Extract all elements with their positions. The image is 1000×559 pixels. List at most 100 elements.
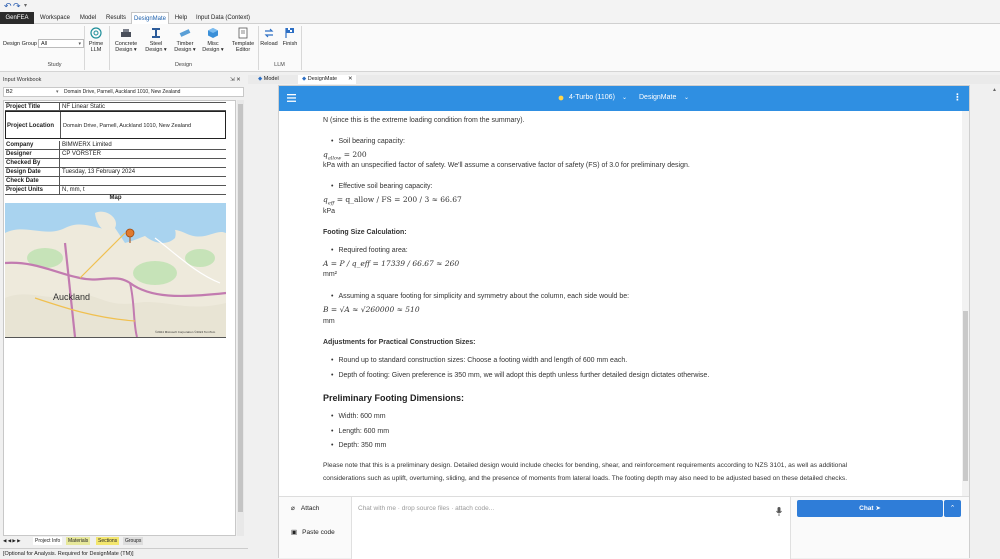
paste-code-button[interactable]: ▣ Paste code	[291, 528, 335, 536]
timber-design-button[interactable]: Timber Design ▾	[172, 27, 198, 53]
chat-scrollbar[interactable]	[962, 111, 969, 496]
app-dropdown-icon[interactable]: ⌄	[684, 94, 689, 101]
undo-icon[interactable]: ↶	[4, 1, 12, 12]
check-date-label: Check Date	[6, 178, 39, 184]
workbook-header: Input Workbook ⇲ ✕	[0, 75, 247, 85]
project-location-label: Project Location	[7, 123, 55, 129]
ribbon-tabs: GenFEA Workspace Model Results DesignMat…	[0, 12, 1000, 24]
concrete-icon	[121, 29, 131, 37]
reload-button[interactable]: Reload	[258, 27, 280, 47]
design-group-label: Design Group	[3, 41, 37, 47]
preliminary-dimensions-heading: Preliminary Footing Dimensions:	[323, 393, 465, 403]
formula-bar[interactable]: B2 ▾ Domain Drive, Parnell, Auckland 101…	[3, 87, 244, 97]
chat-send-button[interactable]: Chat ➤	[797, 500, 943, 517]
chat-composer: ⌀ Attach ▣ Paste code Chat with me · drop …	[279, 496, 969, 559]
map-image[interactable]: Auckland ©2024 Microsoft Corporation ©20…	[5, 203, 226, 337]
designmate-app: 4-Turbo (1106) ⌄ DesignMate ⌄ ⋮ P_u N (s…	[278, 85, 970, 559]
project-title-cell[interactable]: NF Linear Static	[59, 103, 226, 110]
doc-tab-model[interactable]: ◆ Model	[254, 75, 283, 84]
model-selector[interactable]: 4-Turbo (1106)	[569, 94, 615, 101]
project-units-cell[interactable]: N, mm, t	[59, 186, 226, 194]
mm2-unit: mm²	[323, 271, 337, 278]
n-line: N (since this is the extreme loading con…	[323, 117, 525, 124]
length-item: • Length: 600 mm	[331, 428, 390, 435]
openai-icon	[90, 27, 102, 39]
b-equation: B = √A ≈ √260000 ≈ 510	[323, 305, 420, 314]
close-tab-icon[interactable]: ✕	[348, 75, 353, 84]
microphone-icon[interactable]	[776, 507, 782, 516]
template-editor-button[interactable]: Template Editor	[229, 27, 257, 53]
group-design-label: Design	[174, 62, 193, 68]
square-footing-bullet: • Assuming a square footing for simplicit…	[331, 293, 630, 300]
tab-workspace[interactable]: Workspace	[38, 12, 72, 24]
attach-button[interactable]: ⌀ Attach	[291, 504, 319, 512]
quick-access-toolbar: ↶ ↷ ▾	[0, 0, 1000, 12]
tab-genfea[interactable]: GenFEA	[0, 12, 34, 24]
tab-model[interactable]: Model	[76, 12, 100, 24]
map-title: Map	[109, 195, 122, 201]
cell-reference[interactable]: B2	[6, 88, 13, 96]
tab-results[interactable]: Results	[103, 12, 129, 24]
mm-unit: mm	[323, 318, 335, 325]
steel-design-button[interactable]: Steel Design ▾	[143, 27, 169, 53]
adjustments-heading: Adjustments for Practical Construction S…	[323, 339, 476, 346]
paperclip-icon: ⌀	[291, 505, 295, 512]
required-area-bullet: • Required footing area:	[331, 247, 408, 254]
group-study-label: Study	[47, 62, 62, 68]
prime-llm-button[interactable]: Prime LLM	[83, 27, 109, 53]
tab-help[interactable]: Help	[171, 12, 191, 24]
sheet-tab-groups[interactable]: Groups	[123, 537, 144, 545]
app-bar: 4-Turbo (1106) ⌄ DesignMate ⌄ ⋮	[279, 86, 969, 111]
q-allow-equation: qallow = 200	[323, 150, 367, 162]
sheet-tab-materials[interactable]: Materials	[66, 537, 91, 545]
workbook-scrollbar[interactable]	[237, 100, 244, 536]
tab-input-data[interactable]: Input Data (Context)	[194, 12, 252, 24]
menu-icon[interactable]	[287, 94, 296, 102]
ribbon: Design Group All ▾ Prime LLM Concrete Desi…	[0, 24, 1000, 72]
model-dropdown-icon[interactable]: ⌄	[622, 94, 627, 101]
chat-input-placeholder: Chat with me · drop source files · attac…	[358, 505, 495, 512]
send-icon: ➤	[875, 505, 881, 512]
window-scrollbar[interactable]: ▲	[990, 85, 1000, 558]
project-location-cell[interactable]: Domain Drive, Parnell, Auckland 1010, Ne…	[60, 112, 227, 138]
redo-icon[interactable]: ↷	[13, 1, 21, 12]
template-icon	[238, 27, 248, 39]
company-label: Company	[6, 142, 34, 148]
check-date-cell[interactable]	[59, 177, 226, 185]
checked-by-label: Checked By	[6, 160, 41, 166]
sheet-tab-sections[interactable]: Sections	[96, 537, 120, 545]
depth-bullet: • Depth of footing: Given preference is 3…	[331, 372, 710, 379]
doc-tab-designmate[interactable]: ◆ DesignMate ✕	[298, 75, 356, 84]
more-options-icon[interactable]: ⋮	[953, 92, 962, 103]
document-tabs: ◆ Model ◆ DesignMate ✕	[248, 75, 1000, 84]
project-info-sheet: Project Title NF Linear Static Project Lo…	[3, 100, 236, 536]
chat-input[interactable]: Chat with me · drop source files · attac…	[351, 497, 791, 559]
kpa-fs-line: kPa with an unspecified factor of safety…	[323, 162, 690, 169]
checked-by-cell[interactable]	[59, 159, 226, 167]
designer-label: Designer	[6, 151, 32, 157]
finish-button[interactable]: Finish	[279, 27, 301, 47]
design-group-select[interactable]: All ▾	[38, 39, 84, 48]
reload-icon	[264, 28, 274, 38]
pane-pin-close[interactable]: ⇲ ✕	[230, 75, 241, 85]
cell-value[interactable]: Domain Drive, Parnell, Auckland 1010, Ne…	[64, 88, 180, 96]
customize-dropdown-icon[interactable]: ▾	[24, 2, 27, 9]
cube-icon	[208, 28, 218, 38]
design-date-cell[interactable]: Tuesday, 13 February 2024	[59, 168, 226, 176]
code-icon: ▣	[291, 529, 298, 536]
chat-options-chevron-icon[interactable]: ⌃	[944, 500, 961, 517]
concrete-design-button[interactable]: Concrete Design ▾	[112, 27, 140, 53]
designer-cell[interactable]: CP VORSTER	[59, 150, 226, 158]
tab-designmate[interactable]: DesignMate	[131, 12, 169, 24]
effective-bearing-bullet: • Effective soil bearing capacity:	[331, 183, 433, 190]
misc-design-button[interactable]: Misc Design ▾	[200, 27, 226, 53]
sun-icon	[558, 95, 564, 101]
map-copyright: ©2024 Microsoft Corporation ©2024 TomTom	[155, 330, 216, 334]
app-name-selector[interactable]: DesignMate	[639, 94, 676, 101]
steel-beam-icon	[152, 28, 160, 38]
sheet-nav-arrows[interactable]: ◀ ◀ ▶ ▶	[3, 537, 21, 545]
soil-bearing-bullet: • Soil bearing capacity:	[331, 138, 405, 145]
round-up-bullet: • Round up to standard construction sizes…	[331, 357, 628, 364]
company-cell[interactable]: BIMWERX Limited	[59, 141, 226, 149]
sheet-tab-project-info[interactable]: Project Info	[33, 537, 63, 545]
